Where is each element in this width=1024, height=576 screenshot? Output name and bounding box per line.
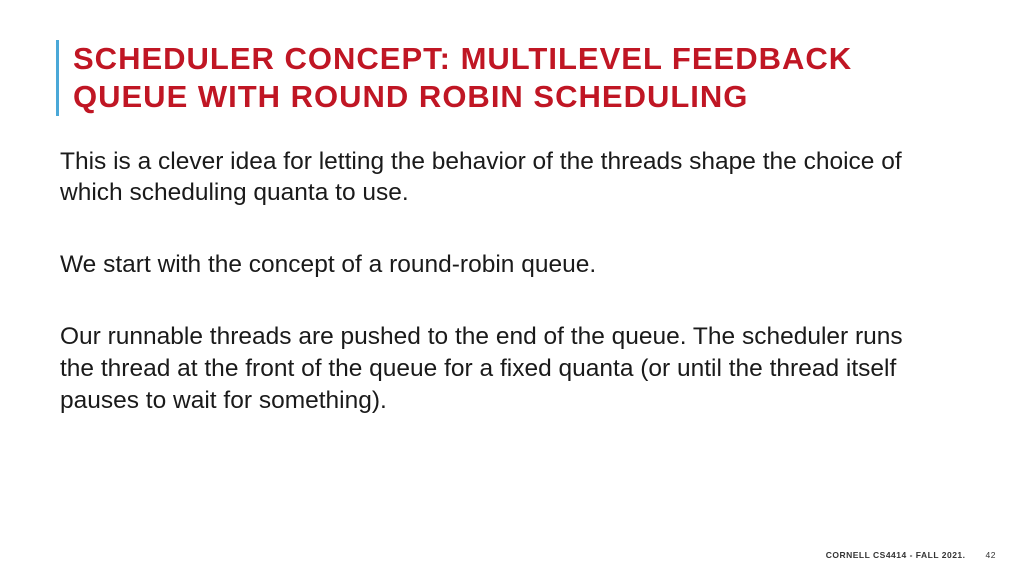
- slide-body: This is a clever idea for letting the be…: [56, 146, 968, 417]
- slide-footer: CORNELL CS4414 - FALL 2021. 42: [826, 550, 996, 560]
- title-block: SCHEDULER CONCEPT: MULTILEVEL FEEDBACK Q…: [56, 40, 968, 116]
- paragraph: We start with the concept of a round-rob…: [60, 249, 928, 281]
- slide: SCHEDULER CONCEPT: MULTILEVEL FEEDBACK Q…: [0, 0, 1024, 576]
- paragraph: This is a clever idea for letting the be…: [60, 146, 928, 210]
- footer-page-number: 42: [986, 550, 996, 560]
- paragraph: Our runnable threads are pushed to the e…: [60, 321, 928, 417]
- footer-course: CORNELL CS4414 - FALL 2021.: [826, 550, 966, 560]
- slide-title: SCHEDULER CONCEPT: MULTILEVEL FEEDBACK Q…: [73, 40, 968, 116]
